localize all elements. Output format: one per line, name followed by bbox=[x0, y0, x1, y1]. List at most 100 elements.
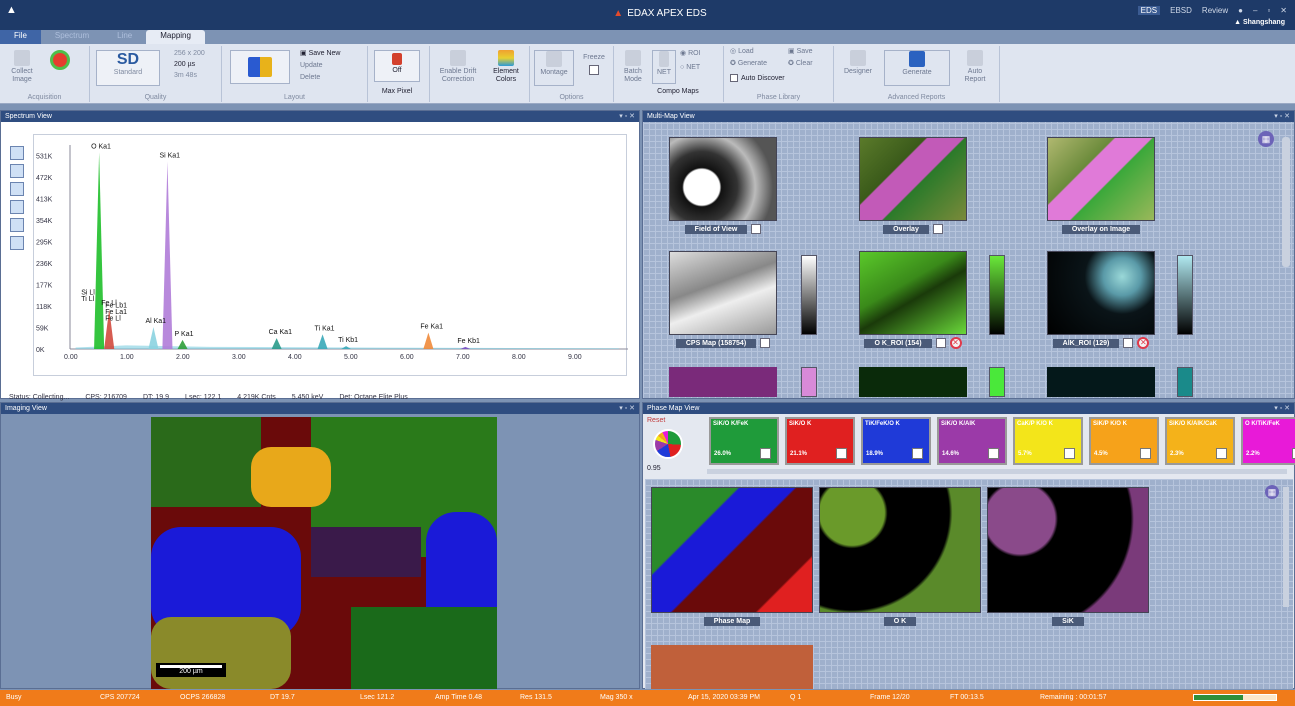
map-partial-2[interactable] bbox=[859, 367, 967, 397]
phase-checkbox[interactable] bbox=[1140, 448, 1151, 459]
phase-pie-icon[interactable] bbox=[653, 429, 683, 459]
save-button[interactable]: ▣ Save bbox=[788, 48, 828, 56]
phase-card[interactable]: TiK/FeK/O K 18.9% bbox=[861, 417, 931, 465]
map-checkbox[interactable] bbox=[760, 337, 771, 348]
advanced-reports-group: Designer Generate Auto Report Advanced R… bbox=[834, 46, 1000, 102]
x-tick-label: 5.00 bbox=[344, 354, 358, 361]
load-button[interactable]: ◎ Load bbox=[730, 48, 780, 56]
montage-button[interactable]: Montage bbox=[534, 50, 574, 86]
phase-checkbox[interactable] bbox=[1064, 448, 1075, 459]
layout-dropdown[interactable] bbox=[230, 50, 290, 84]
spectrum-svg[interactable]: 0.00 1.00 2.00 3.00 4.00 5.00 6.00 7.00 8.00 9.00… bbox=[34, 135, 630, 377]
tab-line[interactable]: Line bbox=[103, 30, 146, 44]
phase-card[interactable]: SiK/O K 21.1% bbox=[785, 417, 855, 465]
record-button[interactable] bbox=[48, 50, 72, 72]
reset-link[interactable]: Reset bbox=[647, 417, 665, 424]
settings-icon[interactable] bbox=[10, 236, 24, 250]
grid-view-icon[interactable]: ▦ bbox=[1265, 485, 1279, 499]
freeze-checkbox[interactable]: Freeze bbox=[578, 54, 610, 78]
net-button[interactable]: NET bbox=[652, 50, 676, 84]
clear-button[interactable]: ✪ Clear bbox=[788, 60, 828, 68]
phase-maps-scrollbar[interactable] bbox=[1283, 487, 1289, 607]
map-overlay-on-image[interactable]: Overlay on Image bbox=[1047, 137, 1155, 234]
panel-controls-icon[interactable]: ▾ ▫ ✕ bbox=[1274, 403, 1290, 414]
user-name[interactable]: ▲ Shangshang bbox=[1234, 19, 1285, 26]
quality-preset-dropdown[interactable]: SD Standard bbox=[96, 50, 160, 86]
help-icon[interactable]: ● bbox=[1238, 6, 1243, 15]
map-alk-roi[interactable]: AlK_ROI (129) ✕ bbox=[1047, 251, 1155, 349]
eds-mode-button[interactable]: EDS bbox=[1137, 6, 1161, 15]
phase-checkbox[interactable] bbox=[836, 448, 847, 459]
review-mode-button[interactable]: Review bbox=[1202, 6, 1228, 15]
map-partial-1[interactable] bbox=[669, 367, 777, 397]
phase-card[interactable]: SiK/O K/AlK/CaK 2.3% bbox=[1165, 417, 1235, 465]
remove-map-icon[interactable]: ✕ bbox=[949, 336, 962, 349]
collect-image-button[interactable]: Collect Image bbox=[6, 50, 38, 84]
freeze-box[interactable] bbox=[589, 65, 599, 75]
panel-controls-icon[interactable]: ▾ ▫ ✕ bbox=[619, 111, 635, 122]
map-checkbox[interactable] bbox=[935, 337, 946, 348]
phase-map-partial[interactable] bbox=[651, 645, 813, 689]
spectrum-chart[interactable]: 0.00 1.00 2.00 3.00 4.00 5.00 6.00 7.00 8.00 9.00… bbox=[33, 134, 630, 377]
phase-card[interactable]: CaK/P K/O K 5.7% bbox=[1013, 417, 1083, 465]
sik-map-thumb[interactable]: SiK bbox=[987, 487, 1149, 626]
enable-drift-correction-button[interactable]: Enable Drift Correction bbox=[436, 50, 480, 84]
auto-discover-checkbox[interactable]: Auto Discover bbox=[730, 74, 810, 83]
save-new-button[interactable]: ▣ Save New bbox=[300, 50, 360, 58]
tab-file[interactable]: File bbox=[0, 30, 41, 44]
delete-button[interactable]: Delete bbox=[300, 74, 360, 82]
auto-discover-box[interactable] bbox=[730, 74, 738, 82]
map-cps[interactable]: CPS Map (158754) bbox=[669, 251, 777, 348]
minimize-icon[interactable]: – bbox=[1253, 6, 1257, 15]
net-option[interactable]: ○ NET bbox=[680, 64, 714, 72]
log-scale-icon[interactable] bbox=[10, 164, 24, 178]
phase-card[interactable]: SiK/P K/O K 4.5% bbox=[1089, 417, 1159, 465]
auto-report-button[interactable]: Auto Report bbox=[958, 50, 992, 84]
phase-checkbox[interactable] bbox=[1216, 448, 1227, 459]
map-partial-3[interactable] bbox=[1047, 367, 1155, 397]
map-checkbox[interactable] bbox=[751, 223, 762, 234]
phase-checkbox[interactable] bbox=[760, 448, 771, 459]
roi-option[interactable]: ◉ ROI bbox=[680, 50, 714, 58]
status-ocps: OCPS 266828 bbox=[180, 694, 226, 701]
multimap-scrollbar[interactable] bbox=[1282, 137, 1290, 267]
phase-percent: 2.3% bbox=[1170, 451, 1184, 457]
compare-icon[interactable] bbox=[10, 200, 24, 214]
phase-image[interactable]: 200 µm bbox=[151, 417, 497, 689]
zoom-fit-icon[interactable] bbox=[10, 146, 24, 160]
panel-controls-icon[interactable]: ▾ ▫ ✕ bbox=[619, 403, 635, 414]
tab-spectrum[interactable]: Spectrum bbox=[41, 30, 103, 44]
max-pixel-dropdown[interactable]: Off bbox=[374, 50, 420, 82]
phase-card[interactable]: SiK/O K/AlK 14.6% bbox=[937, 417, 1007, 465]
element-colors-button[interactable]: Element Colors bbox=[486, 50, 526, 84]
close-icon[interactable]: ✕ bbox=[1280, 6, 1287, 15]
map-field-of-view[interactable]: Field of View bbox=[669, 137, 777, 234]
panel-controls-icon[interactable]: ▾ ▫ ✕ bbox=[1274, 111, 1290, 122]
spectrum-peak bbox=[423, 332, 434, 349]
phase-card[interactable]: SiK/O K/FeK 26.0% bbox=[709, 417, 779, 465]
o-k-map-thumb[interactable]: O K bbox=[819, 487, 981, 626]
ebsd-mode-button[interactable]: EBSD bbox=[1170, 6, 1192, 15]
x-tick-label: 2.00 bbox=[176, 354, 190, 361]
map-overlay[interactable]: Overlay bbox=[859, 137, 967, 234]
tab-mapping[interactable]: Mapping bbox=[146, 30, 205, 44]
batch-mode-button[interactable]: Batch Mode bbox=[618, 50, 648, 84]
phase-checkbox[interactable] bbox=[912, 448, 923, 459]
drift-icon bbox=[450, 50, 466, 66]
export-icon[interactable] bbox=[10, 218, 24, 232]
phase-card[interactable]: O K/TiK/FeK 2.2% bbox=[1241, 417, 1295, 465]
map-checkbox[interactable] bbox=[1123, 337, 1134, 348]
restore-icon[interactable]: ▫ bbox=[1267, 6, 1270, 15]
phase-cards-scrollbar[interactable] bbox=[707, 469, 1287, 474]
generate-report-dropdown[interactable]: Generate bbox=[884, 50, 950, 86]
generate-button[interactable]: ✪ Generate bbox=[730, 60, 780, 68]
remove-map-icon[interactable]: ✕ bbox=[1137, 336, 1150, 349]
map-o-k-roi[interactable]: O K_ROI (154) ✕ bbox=[859, 251, 967, 349]
grid-view-icon[interactable]: ▦ bbox=[1258, 131, 1274, 147]
phase-checkbox[interactable] bbox=[988, 448, 999, 459]
periodic-table-icon[interactable] bbox=[10, 182, 24, 196]
designer-button[interactable]: Designer bbox=[840, 50, 876, 76]
map-checkbox[interactable] bbox=[932, 223, 943, 234]
phase-map-thumb[interactable]: Phase Map bbox=[651, 487, 813, 626]
update-button[interactable]: Update bbox=[300, 62, 360, 70]
